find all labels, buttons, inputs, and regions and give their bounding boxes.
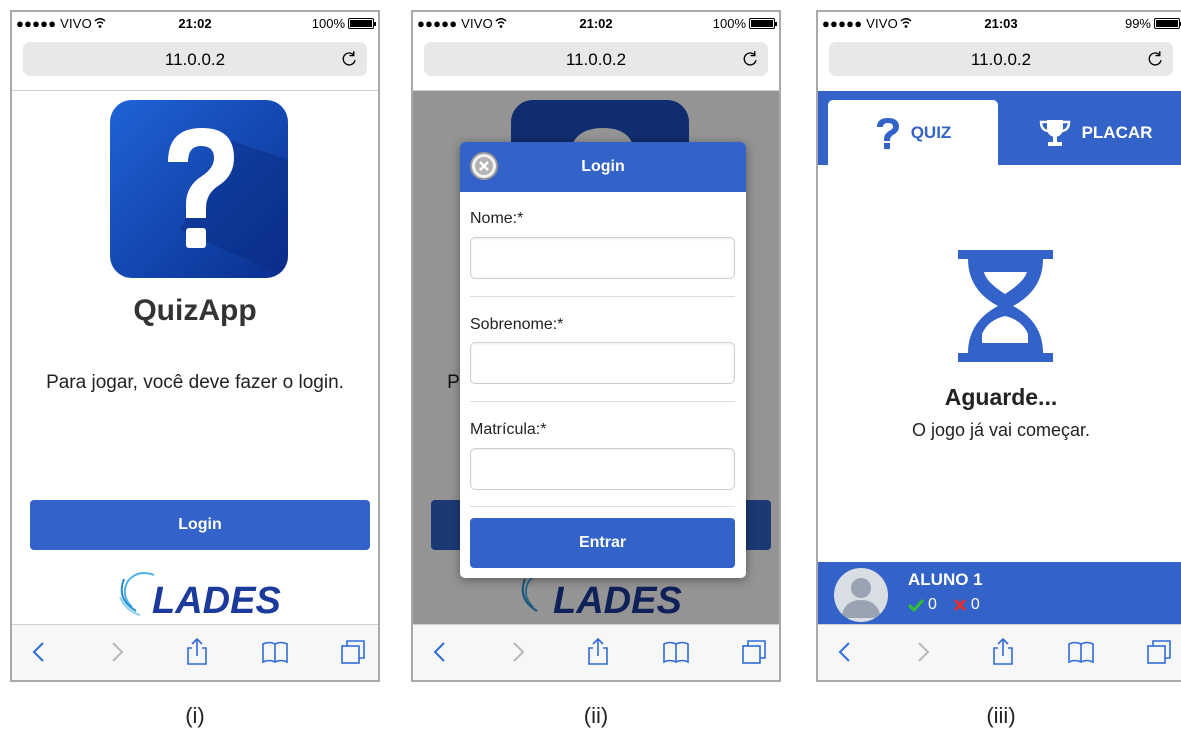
- modal-header: Login: [460, 142, 746, 192]
- tabs-icon[interactable]: [338, 637, 368, 667]
- matricula-label: Matrícula:*: [470, 421, 547, 438]
- browser-toolbar: [413, 624, 779, 680]
- tab-placar-label: PLACAR: [1081, 122, 1153, 142]
- back-icon[interactable]: [830, 637, 860, 667]
- share-icon[interactable]: [988, 637, 1018, 667]
- battery-icon: [348, 18, 376, 29]
- correct-count: 0: [928, 596, 937, 613]
- bookmarks-icon[interactable]: [260, 637, 290, 667]
- matricula-field[interactable]: [470, 448, 735, 490]
- login-modal: Login Nome:* Sobrenome:* Matrícula:* Ent…: [460, 142, 746, 578]
- phone-screen-login: ●●●●● VIVO 21:02 100% 11.0.0.2 QuizApp P…: [10, 10, 380, 682]
- back-icon[interactable]: [425, 637, 455, 667]
- tabs-icon[interactable]: [1144, 637, 1174, 667]
- login-message: Para jogar, você deve fazer o login.: [46, 372, 344, 393]
- app-icon: [110, 100, 288, 278]
- tab-bar: QUIZ PLACAR: [818, 91, 1181, 165]
- battery-percent: 99%: [1124, 16, 1151, 31]
- share-icon[interactable]: [182, 637, 212, 667]
- sobrenome-label: Sobrenome:*: [470, 316, 564, 333]
- divider: [470, 506, 735, 507]
- entrar-button[interactable]: Entrar: [470, 518, 735, 568]
- reload-icon[interactable]: [1147, 50, 1164, 67]
- nome-field[interactable]: [470, 237, 735, 279]
- app-name: QuizApp: [133, 294, 257, 327]
- wait-subtitle: O jogo já vai começar.: [911, 420, 1091, 440]
- logo-text: LADES: [152, 580, 281, 622]
- question-icon: [876, 117, 899, 149]
- divider: [12, 90, 378, 91]
- cross-icon: [953, 598, 966, 612]
- reload-icon[interactable]: [341, 50, 358, 67]
- reload-icon[interactable]: [742, 50, 759, 67]
- forward-icon[interactable]: [102, 637, 132, 667]
- check-icon: [908, 598, 924, 612]
- user-bar: ALUNO 1 0 0: [818, 562, 1181, 626]
- phone-screen-login-modal: ●●●●● VIVO 21:02 100% 11.0.0.2 Para joga…: [411, 10, 781, 682]
- address-bar[interactable]: 11.0.0.2: [424, 42, 768, 76]
- divider: [470, 401, 735, 402]
- battery-icon: [1154, 18, 1181, 29]
- forward-icon[interactable]: [908, 637, 938, 667]
- battery-percent: 100%: [311, 16, 345, 31]
- share-icon[interactable]: [583, 637, 613, 667]
- status-bar: ●●●●● VIVO 21:02 100%: [12, 12, 378, 34]
- status-bar: ●●●●● VIVO 21:02 100%: [413, 12, 779, 34]
- user-name: ALUNO 1: [908, 570, 983, 589]
- battery-icon: [749, 18, 777, 29]
- battery-percent: 100%: [712, 16, 746, 31]
- caption-ii: (ii): [583, 703, 609, 728]
- tab-quiz-label: QUIZ: [910, 122, 952, 142]
- back-icon[interactable]: [24, 637, 54, 667]
- user-avatar-icon: [841, 578, 881, 618]
- url-text: 11.0.0.2: [565, 50, 627, 69]
- trophy-icon: [1039, 119, 1070, 146]
- url-text: 11.0.0.2: [970, 50, 1032, 69]
- sobrenome-field[interactable]: [470, 342, 735, 384]
- question-mark-icon: [110, 100, 288, 278]
- browser-toolbar: [12, 624, 378, 680]
- lades-logo: LADES: [102, 567, 302, 627]
- score-counter: 0 0: [908, 596, 980, 614]
- phone-screen-waiting: ●●●●● VIVO 21:03 99% 11.0.0.2 QUIZ PLACA…: [816, 10, 1181, 682]
- status-bar: ●●●●● VIVO 21:03 99%: [818, 12, 1181, 34]
- address-bar[interactable]: 11.0.0.2: [23, 42, 367, 76]
- nome-label: Nome:*: [470, 210, 524, 227]
- address-bar[interactable]: 11.0.0.2: [829, 42, 1173, 76]
- url-text: 11.0.0.2: [164, 50, 226, 69]
- tabs-icon[interactable]: [739, 637, 769, 667]
- tab-quiz[interactable]: QUIZ: [828, 100, 998, 165]
- bookmarks-icon[interactable]: [1066, 637, 1096, 667]
- tab-placar[interactable]: PLACAR: [1002, 100, 1181, 165]
- login-button[interactable]: Login: [30, 500, 370, 550]
- hourglass-icon: [958, 250, 1053, 362]
- wait-title: Aguarde...: [944, 384, 1058, 410]
- lades-swirl-icon: LADES: [119, 572, 281, 622]
- caption-i: (i): [185, 703, 205, 728]
- forward-icon[interactable]: [503, 637, 533, 667]
- caption-iii: (iii): [986, 703, 1016, 728]
- divider: [470, 296, 735, 297]
- bookmarks-icon[interactable]: [661, 637, 691, 667]
- wrong-count: 0: [970, 596, 980, 613]
- modal-title: Login: [581, 158, 625, 175]
- browser-toolbar: [818, 624, 1181, 680]
- avatar: [834, 568, 888, 622]
